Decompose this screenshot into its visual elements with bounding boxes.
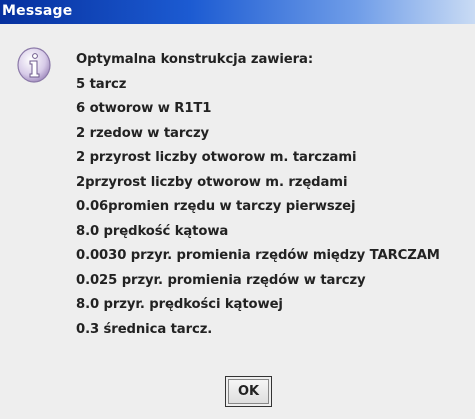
message-line: 5 tarcz	[76, 76, 127, 92]
message-dialog: Message Optymalna konstrukcja zawiera: 5…	[0, 0, 475, 419]
message-line: 2 rzedow w tarczy	[76, 125, 210, 141]
message-line: 2przyrost liczby otworow m. rzędami	[76, 174, 348, 190]
message-line: 2 przyrost liczby otworow m. tarczami	[76, 150, 357, 165]
message-line: 0.025 przyr. promienia rzędów w tarczy	[76, 272, 366, 288]
window-title: Message	[2, 3, 73, 19]
message-line: 0.06promien rzędu w tarczy pierwszej	[76, 199, 356, 214]
ok-button[interactable]: OK	[225, 376, 272, 407]
title-bar[interactable]: Message	[0, 0, 475, 24]
message-text: Optymalna konstrukcja zawiera: 5 tarcz 6…	[76, 48, 475, 342]
message-line: 0.3 średnica tarcz.	[76, 321, 213, 337]
message-line: 6 otworow w R1T1	[76, 101, 212, 116]
message-line: 8.0 przyr. prędkości kątowej	[76, 297, 283, 312]
message-line: 8.0 prędkość kątowa	[76, 223, 229, 239]
message-line: 0.0030 przyr. promienia rzędów między TA…	[76, 248, 440, 263]
info-icon	[14, 46, 54, 86]
message-line: Optymalna konstrukcja zawiera:	[76, 52, 313, 67]
